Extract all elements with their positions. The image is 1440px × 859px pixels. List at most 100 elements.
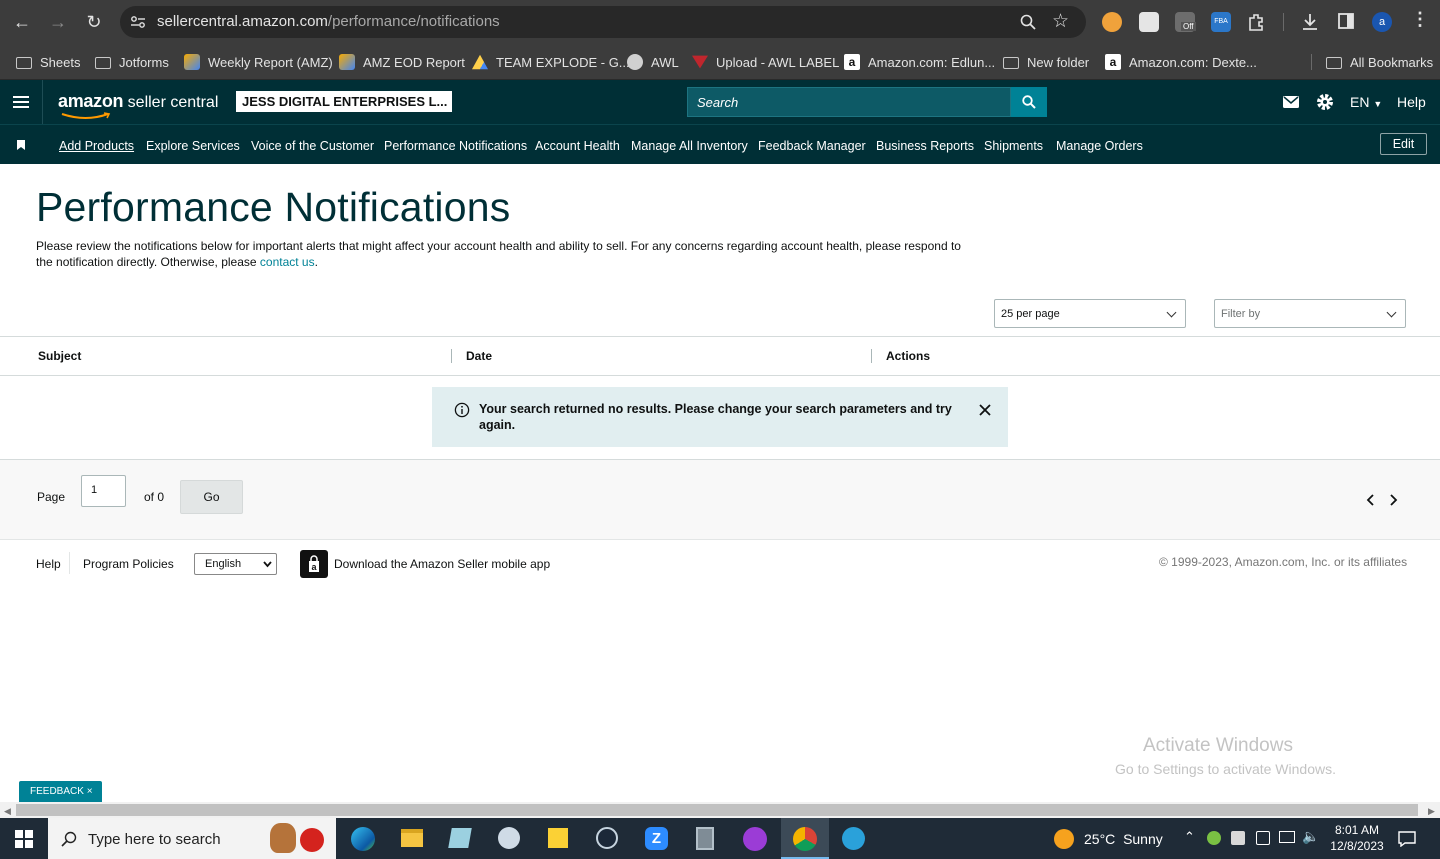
paint-icon[interactable] — [498, 827, 520, 849]
bookmark-amz-eod[interactable]: AMZ EOD Report — [339, 52, 465, 72]
profile-avatar[interactable]: a — [1372, 12, 1392, 32]
mail-icon[interactable] — [1283, 96, 1299, 108]
close-icon[interactable]: × — [87, 786, 93, 797]
zoom-icon[interactable] — [1020, 14, 1036, 30]
telegram-icon[interactable] — [842, 827, 865, 850]
settings-gear-icon[interactable] — [1316, 93, 1334, 111]
column-divider — [871, 349, 872, 363]
account-switcher[interactable]: JESS DIGITAL ENTERPRISES L... — [236, 91, 452, 112]
language-selector[interactable]: EN ▼ — [1350, 94, 1382, 110]
scroll-right-arrow-icon[interactable]: ▶ — [1428, 806, 1435, 817]
chevron-left-icon[interactable] — [1366, 494, 1376, 506]
nav-feedback-manager[interactable]: Feedback Manager — [758, 139, 866, 153]
all-bookmarks[interactable]: All Bookmarks — [1326, 52, 1433, 72]
bookmark-sheets[interactable]: Sheets — [16, 52, 80, 72]
file-explorer-icon[interactable] — [401, 829, 423, 847]
bookmark-team-explode[interactable]: TEAM EXPLODE - G... — [472, 52, 630, 72]
chevron-up-icon[interactable]: ⌃ — [1184, 829, 1195, 845]
wps-office-icon[interactable] — [743, 827, 767, 851]
bookmark-weekly-report[interactable]: Weekly Report (AMZ) — [184, 52, 333, 72]
nav-voice-of-customer[interactable]: Voice of the Customer — [251, 139, 374, 153]
nav-manage-orders[interactable]: Manage Orders — [1056, 139, 1143, 153]
site-settings-icon[interactable] — [130, 15, 146, 29]
taskbar-search-placeholder: Type here to search — [88, 831, 221, 848]
sun-weather-icon — [1054, 829, 1074, 849]
search-input[interactable]: Search — [687, 87, 1011, 117]
awl-icon — [692, 55, 708, 69]
forward-icon[interactable]: → — [46, 10, 70, 34]
pagination-bar: Page 1 of 0 Go — [0, 460, 1440, 540]
amazon-icon: a — [844, 54, 860, 70]
clock[interactable]: 8:01 AM 12/8/2023 — [1326, 822, 1388, 854]
footer-language-select[interactable]: English — [194, 553, 277, 575]
menu-kebab-icon[interactable]: ⋮ — [1411, 9, 1429, 30]
tray-app-icon[interactable] — [1207, 831, 1221, 845]
chrome-taskbar-button[interactable] — [781, 818, 829, 859]
bookmark-icon[interactable] — [17, 140, 25, 150]
column-actions: Actions — [886, 349, 931, 363]
extension-off-icon[interactable]: Off — [1175, 12, 1196, 32]
nav-explore-services[interactable]: Explore Services — [146, 139, 240, 153]
chevron-right-icon[interactable] — [1388, 494, 1398, 506]
back-icon[interactable]: ← — [10, 10, 34, 34]
volume-icon[interactable]: 🔈 — [1302, 828, 1319, 845]
side-panel-icon[interactable] — [1337, 12, 1355, 30]
search-button[interactable] — [1011, 87, 1047, 117]
scrollbar-thumb[interactable] — [16, 804, 1418, 816]
nav-manage-inventory[interactable]: Manage All Inventory — [631, 139, 748, 153]
per-page-select[interactable]: 25 per page — [994, 299, 1186, 328]
bookmark-amazon-dexte[interactable]: a Amazon.com: Dexte... — [1105, 52, 1257, 72]
contact-us-link[interactable]: contact us — [260, 255, 315, 269]
zoom-app-icon[interactable]: Z — [645, 827, 668, 850]
edge-icon[interactable] — [351, 827, 375, 851]
nav-business-reports[interactable]: Business Reports — [876, 139, 974, 153]
download-icon[interactable] — [1300, 12, 1320, 32]
close-icon[interactable] — [979, 404, 991, 416]
amazon-app-icon[interactable]: a — [300, 550, 328, 578]
bookmark-upload-awl[interactable]: Upload - AWL LABEL — [692, 52, 839, 72]
column-subject[interactable]: Subject — [38, 349, 81, 363]
bookmark-new-folder[interactable]: New folder — [1003, 52, 1089, 72]
fba-extension-icon[interactable]: FBA — [1211, 12, 1231, 32]
windows-start-icon[interactable] — [15, 830, 33, 848]
column-date[interactable]: Date — [466, 349, 492, 363]
bookmark-jotforms[interactable]: Jotforms — [95, 52, 169, 72]
tray-meet-icon[interactable] — [1256, 831, 1270, 845]
bookmark-amazon-edlun[interactable]: a Amazon.com: Edlun... — [844, 52, 995, 72]
scroll-left-arrow-icon[interactable]: ◀ — [4, 806, 11, 817]
extension-color-icon[interactable] — [1102, 12, 1122, 32]
program-policies-link[interactable]: Program Policies — [83, 557, 174, 571]
tray-security-icon[interactable] — [1231, 831, 1245, 845]
nav-performance-notifications[interactable]: Performance Notifications — [384, 139, 527, 153]
chevron-down-icon — [263, 561, 272, 568]
filter-select[interactable]: Filter by — [1214, 299, 1406, 328]
nav-add-products[interactable]: Add Products — [59, 139, 134, 153]
star-icon[interactable]: ☆ — [1052, 10, 1069, 33]
seller-central-logo[interactable]: amazon seller central — [58, 91, 218, 119]
notes-app-icon[interactable] — [448, 828, 472, 848]
page-number-input[interactable]: 1 — [81, 475, 126, 507]
steam-icon[interactable] — [596, 827, 618, 849]
extensions-puzzle-icon[interactable] — [1247, 12, 1267, 32]
sticky-notes-icon[interactable] — [548, 828, 568, 848]
bookmark-awl[interactable]: AWL — [627, 52, 679, 72]
weather-text[interactable]: 25°C Sunny — [1084, 831, 1163, 847]
download-app-link[interactable]: Download the Amazon Seller mobile app — [334, 557, 550, 571]
feedback-tab[interactable]: FEEDBACK × — [19, 781, 102, 802]
calculator-icon[interactable] — [696, 827, 714, 850]
go-button[interactable]: Go — [180, 480, 243, 514]
notifications-icon[interactable] — [1398, 831, 1416, 847]
nav-account-health[interactable]: Account Health — [535, 139, 620, 153]
network-icon[interactable] — [1279, 831, 1295, 843]
horizontal-scrollbar[interactable]: ◀ ▶ — [0, 802, 1440, 818]
nav-shipments[interactable]: Shipments — [984, 139, 1043, 153]
footer-help-link[interactable]: Help — [36, 557, 61, 571]
address-bar[interactable]: sellercentral.amazon.com/performance/not… — [120, 6, 1086, 38]
reload-icon[interactable]: ↻ — [82, 10, 106, 34]
help-link[interactable]: Help — [1397, 94, 1426, 110]
extension-icon[interactable] — [1139, 12, 1159, 32]
taskbar-search-box[interactable]: Type here to search — [48, 818, 336, 859]
hamburger-menu-icon[interactable] — [13, 95, 29, 109]
caret-down-icon: ▼ — [1373, 99, 1383, 109]
edit-nav-button[interactable]: Edit — [1380, 133, 1427, 155]
